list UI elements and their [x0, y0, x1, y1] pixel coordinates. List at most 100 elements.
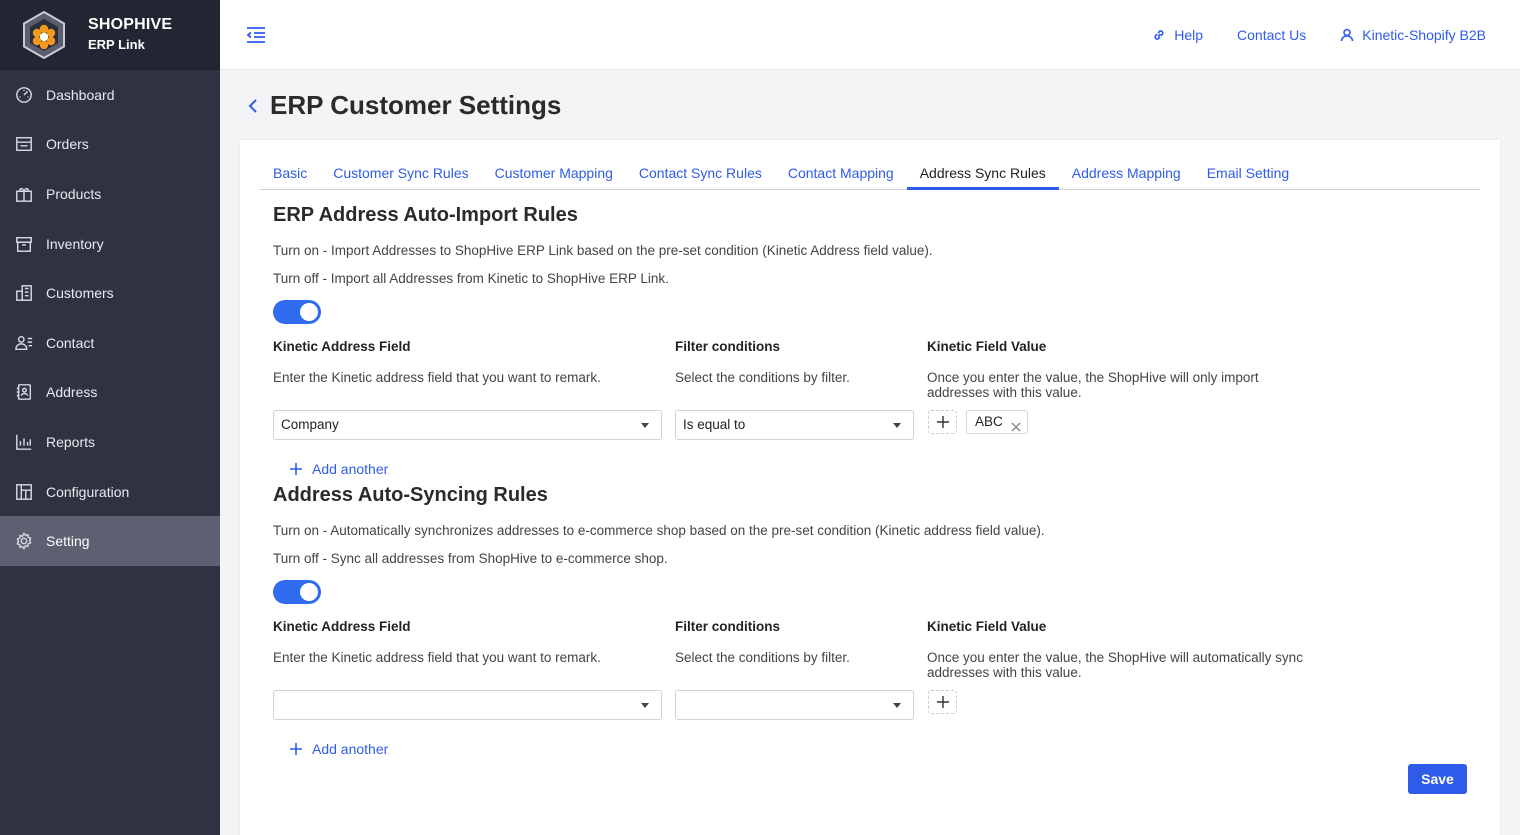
- sidebar-item-orders[interactable]: Orders: [0, 120, 220, 170]
- import-filter-select[interactable]: Is equal to: [675, 410, 914, 440]
- import-value-label: Kinetic Field Value: [927, 339, 1047, 354]
- sync-turn-off-text: Turn off - Sync all addresses from ShopH…: [273, 551, 668, 566]
- chevron-left-icon[interactable]: [246, 97, 260, 115]
- save-button[interactable]: Save: [1408, 764, 1467, 794]
- sync-field-label: Kinetic Address Field: [273, 619, 411, 634]
- import-turn-off-text: Turn off - Import all Addresses from Kin…: [273, 271, 669, 286]
- sidebar-item-inventory[interactable]: Inventory: [0, 219, 220, 269]
- sidebar-item-products[interactable]: Products: [0, 169, 220, 219]
- plus-icon: [290, 743, 302, 755]
- sidebar-item-setting[interactable]: Setting: [0, 516, 220, 566]
- import-field-select[interactable]: Company: [273, 410, 662, 440]
- help-link[interactable]: Help: [1152, 27, 1203, 43]
- add-another-label: Add another: [312, 741, 389, 757]
- value-tag: ABC: [966, 410, 1028, 434]
- shophive-logo-icon: [23, 11, 65, 59]
- orders-icon: [14, 134, 34, 154]
- contact-us-label: Contact Us: [1237, 27, 1307, 43]
- sidebar-item-label: Address: [46, 384, 98, 401]
- sync-add-another-button[interactable]: Add another: [290, 741, 388, 757]
- tab-customer-mapping[interactable]: Customer Mapping: [482, 156, 626, 190]
- sidebar-item-contact[interactable]: Contact: [0, 318, 220, 368]
- import-field-desc: Enter the Kinetic address field that you…: [273, 370, 601, 385]
- contact-icon: [14, 333, 34, 353]
- configuration-icon: [14, 482, 34, 502]
- sync-filter-desc: Select the conditions by filter.: [675, 650, 850, 665]
- caret-down-icon: [893, 703, 901, 708]
- sidebar-item-dashboard[interactable]: Dashboard: [0, 70, 220, 120]
- plus-icon: [290, 463, 302, 475]
- account-menu[interactable]: Kinetic-Shopify B2B: [1340, 27, 1486, 43]
- import-filter-label: Filter conditions: [675, 339, 781, 354]
- sync-field-select[interactable]: [273, 690, 662, 720]
- sync-filter-select[interactable]: [675, 690, 914, 720]
- import-rules-toggle[interactable]: [273, 300, 321, 324]
- reports-icon: [14, 432, 34, 452]
- plus-icon: [936, 696, 949, 708]
- sidebar-item-configuration[interactable]: Configuration: [0, 467, 220, 517]
- tab-bar: Basic Customer Sync Rules Customer Mappi…: [260, 156, 1480, 190]
- sidebar-item-label: Setting: [46, 533, 90, 550]
- page-title: ERP Customer Settings: [270, 90, 562, 120]
- sidebar-item-label: Reports: [46, 433, 96, 450]
- tab-basic[interactable]: Basic: [260, 156, 320, 190]
- sidebar-item-label: Dashboard: [46, 86, 115, 103]
- sidebar: SHOPHIVE ERP Link Dashboard Orders Produ…: [0, 0, 220, 835]
- menu-collapse-icon[interactable]: [246, 26, 266, 44]
- sidebar-item-reports[interactable]: Reports: [0, 417, 220, 467]
- import-filter-selected: Is equal to: [683, 417, 746, 432]
- caret-down-icon: [893, 423, 901, 428]
- gear-icon: [14, 531, 34, 551]
- sidebar-item-address[interactable]: Address: [0, 368, 220, 418]
- account-label: Kinetic-Shopify B2B: [1362, 27, 1486, 43]
- contact-us-link[interactable]: Contact Us: [1237, 27, 1306, 43]
- sidebar-item-customers[interactable]: Customers: [0, 268, 220, 318]
- sync-value-desc-line: addresses with this value.: [927, 665, 1082, 680]
- sync-value-desc-line: Once you enter the value, the ShopHive w…: [927, 650, 1303, 665]
- address-icon: [14, 382, 34, 402]
- sidebar-item-label: Configuration: [46, 483, 130, 500]
- import-turn-on-text: Turn on - Import Addresses to ShopHive E…: [273, 243, 933, 258]
- import-add-another-button[interactable]: Add another: [290, 461, 388, 477]
- brand-subtitle: ERP Link: [88, 37, 145, 52]
- sync-rules-toggle[interactable]: [273, 580, 321, 604]
- import-value-desc-line: addresses with this value.: [927, 385, 1082, 400]
- brand: SHOPHIVE ERP Link: [0, 0, 220, 70]
- topbar: Help Contact Us Kinetic-Shopify B2B: [220, 0, 1520, 70]
- dashboard-icon: [14, 85, 34, 105]
- caret-down-icon: [641, 703, 649, 708]
- page-header: ERP Customer Settings: [246, 90, 561, 121]
- customers-icon: [14, 283, 34, 303]
- tab-contact-sync-rules[interactable]: Contact Sync Rules: [626, 156, 775, 190]
- sync-value-label: Kinetic Field Value: [927, 619, 1047, 634]
- settings-card: Basic Customer Sync Rules Customer Mappi…: [240, 140, 1500, 835]
- import-filter-desc: Select the conditions by filter.: [675, 370, 850, 385]
- import-field-selected: Company: [281, 417, 339, 432]
- import-add-value-button[interactable]: [928, 410, 957, 434]
- tab-contact-mapping[interactable]: Contact Mapping: [775, 156, 907, 190]
- plus-icon: [936, 416, 949, 428]
- tab-address-mapping[interactable]: Address Mapping: [1059, 156, 1194, 190]
- inventory-icon: [14, 234, 34, 254]
- help-label: Help: [1174, 27, 1204, 43]
- add-another-label: Add another: [312, 461, 389, 477]
- sync-field-desc: Enter the Kinetic address field that you…: [273, 650, 601, 665]
- tab-email-setting[interactable]: Email Setting: [1194, 156, 1302, 190]
- tab-customer-sync-rules[interactable]: Customer Sync Rules: [320, 156, 481, 190]
- caret-down-icon: [641, 423, 649, 428]
- sidebar-item-label: Products: [46, 185, 102, 202]
- import-value-desc-line: Once you enter the value, the ShopHive w…: [927, 370, 1259, 385]
- products-icon: [14, 184, 34, 204]
- close-icon[interactable]: [1011, 417, 1021, 432]
- value-tag-label: ABC: [975, 414, 1003, 429]
- sidebar-item-label: Contact: [46, 334, 95, 351]
- import-value-desc: Once you enter the value, the ShopHive w…: [927, 370, 1259, 400]
- sync-add-value-button[interactable]: [928, 690, 957, 714]
- import-field-label: Kinetic Address Field: [273, 339, 411, 354]
- sync-turn-on-text: Turn on - Automatically synchronizes add…: [273, 523, 1045, 538]
- user-icon: [1340, 28, 1354, 42]
- tab-address-sync-rules[interactable]: Address Sync Rules: [906, 156, 1059, 190]
- sync-value-desc: Once you enter the value, the ShopHive w…: [927, 650, 1303, 680]
- sync-filter-label: Filter conditions: [675, 619, 781, 634]
- brand-name: SHOPHIVE: [88, 16, 173, 33]
